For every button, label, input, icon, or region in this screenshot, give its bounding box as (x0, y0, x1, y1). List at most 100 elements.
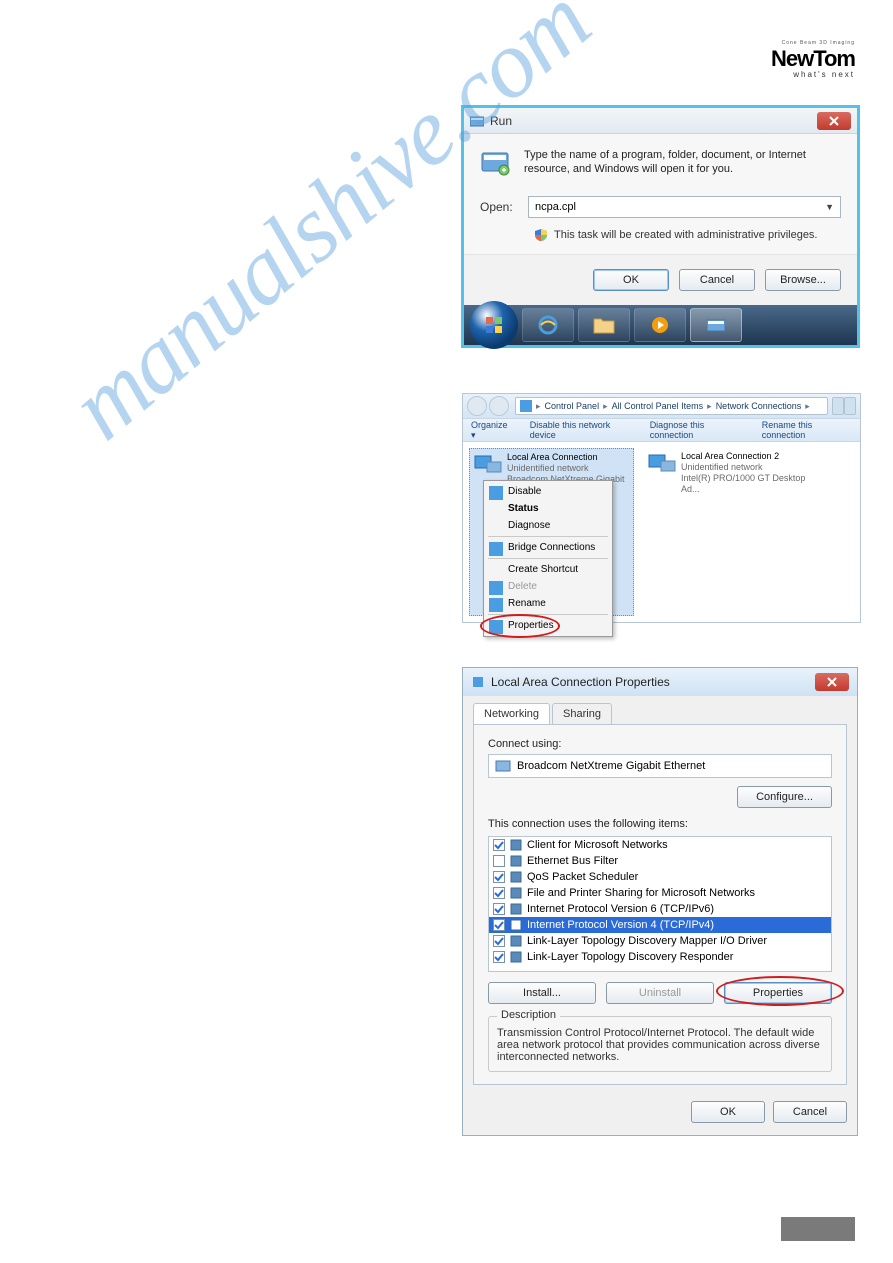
organize-menu[interactable]: Organize ▾ (471, 420, 512, 441)
conn-item-row[interactable]: Link-Layer Topology Discovery Mapper I/O… (489, 933, 831, 949)
prop-titlebar: Local Area Connection Properties (463, 668, 857, 696)
cancel-button[interactable]: Cancel (679, 269, 755, 291)
conn-item-row[interactable]: Link-Layer Topology Discovery Responder (489, 949, 831, 965)
checkbox[interactable] (493, 935, 505, 947)
tabs: Networking Sharing (473, 703, 847, 725)
taskbar-ie[interactable] (522, 308, 574, 342)
ctx-status[interactable]: Status (486, 500, 610, 517)
connection-item-2[interactable]: Local Area Connection 2 Unidentified net… (644, 448, 809, 616)
component-icon (509, 870, 523, 884)
properties-button[interactable]: Properties (724, 982, 832, 1004)
cancel-button[interactable]: Cancel (773, 1101, 847, 1123)
description-label: Description (497, 1009, 560, 1021)
checkbox[interactable] (493, 903, 505, 915)
conn2-status: Unidentified network (681, 462, 806, 473)
configure-button[interactable]: Configure... (737, 786, 832, 808)
description-group: Description Transmission Control Protoco… (488, 1016, 832, 1072)
conn1-title: Local Area Connection (507, 452, 630, 463)
checkbox[interactable] (493, 855, 505, 867)
diagnose-conn[interactable]: Diagnose this connection (650, 420, 744, 440)
conn-item-row[interactable]: File and Printer Sharing for Microsoft N… (489, 885, 831, 901)
ie-icon (537, 314, 559, 336)
brand-logo: Cone Beam 3D Imaging NewTom what's next (771, 40, 855, 79)
nic-small-icon (471, 675, 485, 689)
logo-main: NewTom (771, 46, 855, 72)
breadcrumb-0[interactable]: Control Panel (545, 401, 600, 411)
conn-item-row[interactable]: Client for Microsoft Networks (489, 837, 831, 853)
address-bar[interactable]: ▸ Control Panel ▸ All Control Panel Item… (515, 397, 828, 415)
ctx-delete[interactable]: Delete (486, 578, 610, 595)
component-icon (509, 902, 523, 916)
component-icon (509, 934, 523, 948)
ctx-rename[interactable]: Rename (486, 595, 610, 612)
shield-icon (489, 486, 503, 500)
ctx-sep (488, 536, 608, 537)
admin-text: This task will be created with administr… (554, 229, 818, 241)
adapter-name: Broadcom NetXtreme Gigabit Ethernet (517, 760, 705, 772)
checkbox[interactable] (493, 887, 505, 899)
nav-forward-button[interactable] (489, 396, 509, 416)
checkbox[interactable] (493, 871, 505, 883)
checkbox[interactable] (493, 951, 505, 963)
checkbox[interactable] (493, 919, 505, 931)
conn-item-row[interactable]: Internet Protocol Version 4 (TCP/IPv4) (489, 917, 831, 933)
nic-icon (647, 451, 677, 475)
run-title-icon (470, 115, 484, 127)
run-icon (707, 318, 725, 332)
nc-content: Local Area Connection Unidentified netwo… (463, 442, 860, 622)
connection-items-list[interactable]: Client for Microsoft Networks Ethernet Bu… (488, 836, 832, 972)
nav-refresh[interactable] (832, 397, 844, 415)
browse-button[interactable]: Browse... (765, 269, 841, 291)
conn-item-label: QoS Packet Scheduler (527, 871, 638, 883)
uac-shield-icon (534, 228, 548, 242)
uninstall-button[interactable]: Uninstall (606, 982, 714, 1004)
adapter-icon (495, 759, 511, 773)
ctx-bridge[interactable]: Bridge Connections (486, 539, 610, 556)
ctx-sep (488, 614, 608, 615)
folder-icon (593, 316, 615, 334)
open-value: ncpa.cpl (535, 201, 576, 213)
nav-back-button[interactable] (467, 396, 487, 416)
breadcrumb-2[interactable]: Network Connections (716, 401, 802, 411)
run-titlebar: Run (464, 108, 857, 134)
ctx-properties[interactable]: Properties (486, 617, 610, 634)
ok-button[interactable]: OK (691, 1101, 765, 1123)
conn2-adapter: Intel(R) PRO/1000 GT Desktop Ad... (681, 473, 806, 495)
install-button[interactable]: Install... (488, 982, 596, 1004)
conn-item-row[interactable]: Internet Protocol Version 6 (TCP/IPv6) (489, 901, 831, 917)
open-input[interactable]: ncpa.cpl ▼ (528, 196, 841, 218)
conn-item-label: Internet Protocol Version 4 (TCP/IPv4) (527, 919, 714, 931)
ok-button[interactable]: OK (593, 269, 669, 291)
shield-icon (489, 542, 503, 556)
breadcrumb-1[interactable]: All Control Panel Items (612, 401, 704, 411)
page-number-box (781, 1217, 855, 1241)
nav-search[interactable] (844, 397, 856, 415)
ctx-shortcut[interactable]: Create Shortcut (486, 561, 610, 578)
dropdown-arrow-icon[interactable]: ▼ (825, 202, 834, 212)
start-button[interactable] (470, 301, 518, 349)
component-icon (509, 886, 523, 900)
shield-icon (489, 581, 503, 595)
component-icon (509, 838, 523, 852)
rename-conn[interactable]: Rename this connection (762, 420, 852, 440)
tab-networking[interactable]: Networking (473, 703, 550, 724)
checkbox[interactable] (493, 839, 505, 851)
ctx-diagnose[interactable]: Diagnose (486, 517, 610, 534)
conn-item-label: Ethernet Bus Filter (527, 855, 618, 867)
ctx-disable[interactable]: Disable (486, 483, 610, 500)
tab-sharing[interactable]: Sharing (552, 703, 612, 724)
taskbar-media[interactable] (634, 308, 686, 342)
conn-item-row[interactable]: Ethernet Bus Filter (489, 853, 831, 869)
shield-icon (489, 598, 503, 612)
conn-item-label: Link-Layer Topology Discovery Responder (527, 951, 733, 963)
run-close-button[interactable] (817, 112, 851, 130)
lac-properties-dialog: Local Area Connection Properties Network… (462, 667, 858, 1136)
nc-toolbar: Organize ▾ Disable this network device D… (463, 418, 860, 442)
conn-item-row[interactable]: QoS Packet Scheduler (489, 869, 831, 885)
disable-device[interactable]: Disable this network device (530, 420, 632, 440)
taskbar-explorer[interactable] (578, 308, 630, 342)
taskbar-run[interactable] (690, 308, 742, 342)
run-program-icon (480, 148, 510, 178)
component-icon (509, 950, 523, 964)
prop-close-button[interactable] (815, 673, 849, 691)
